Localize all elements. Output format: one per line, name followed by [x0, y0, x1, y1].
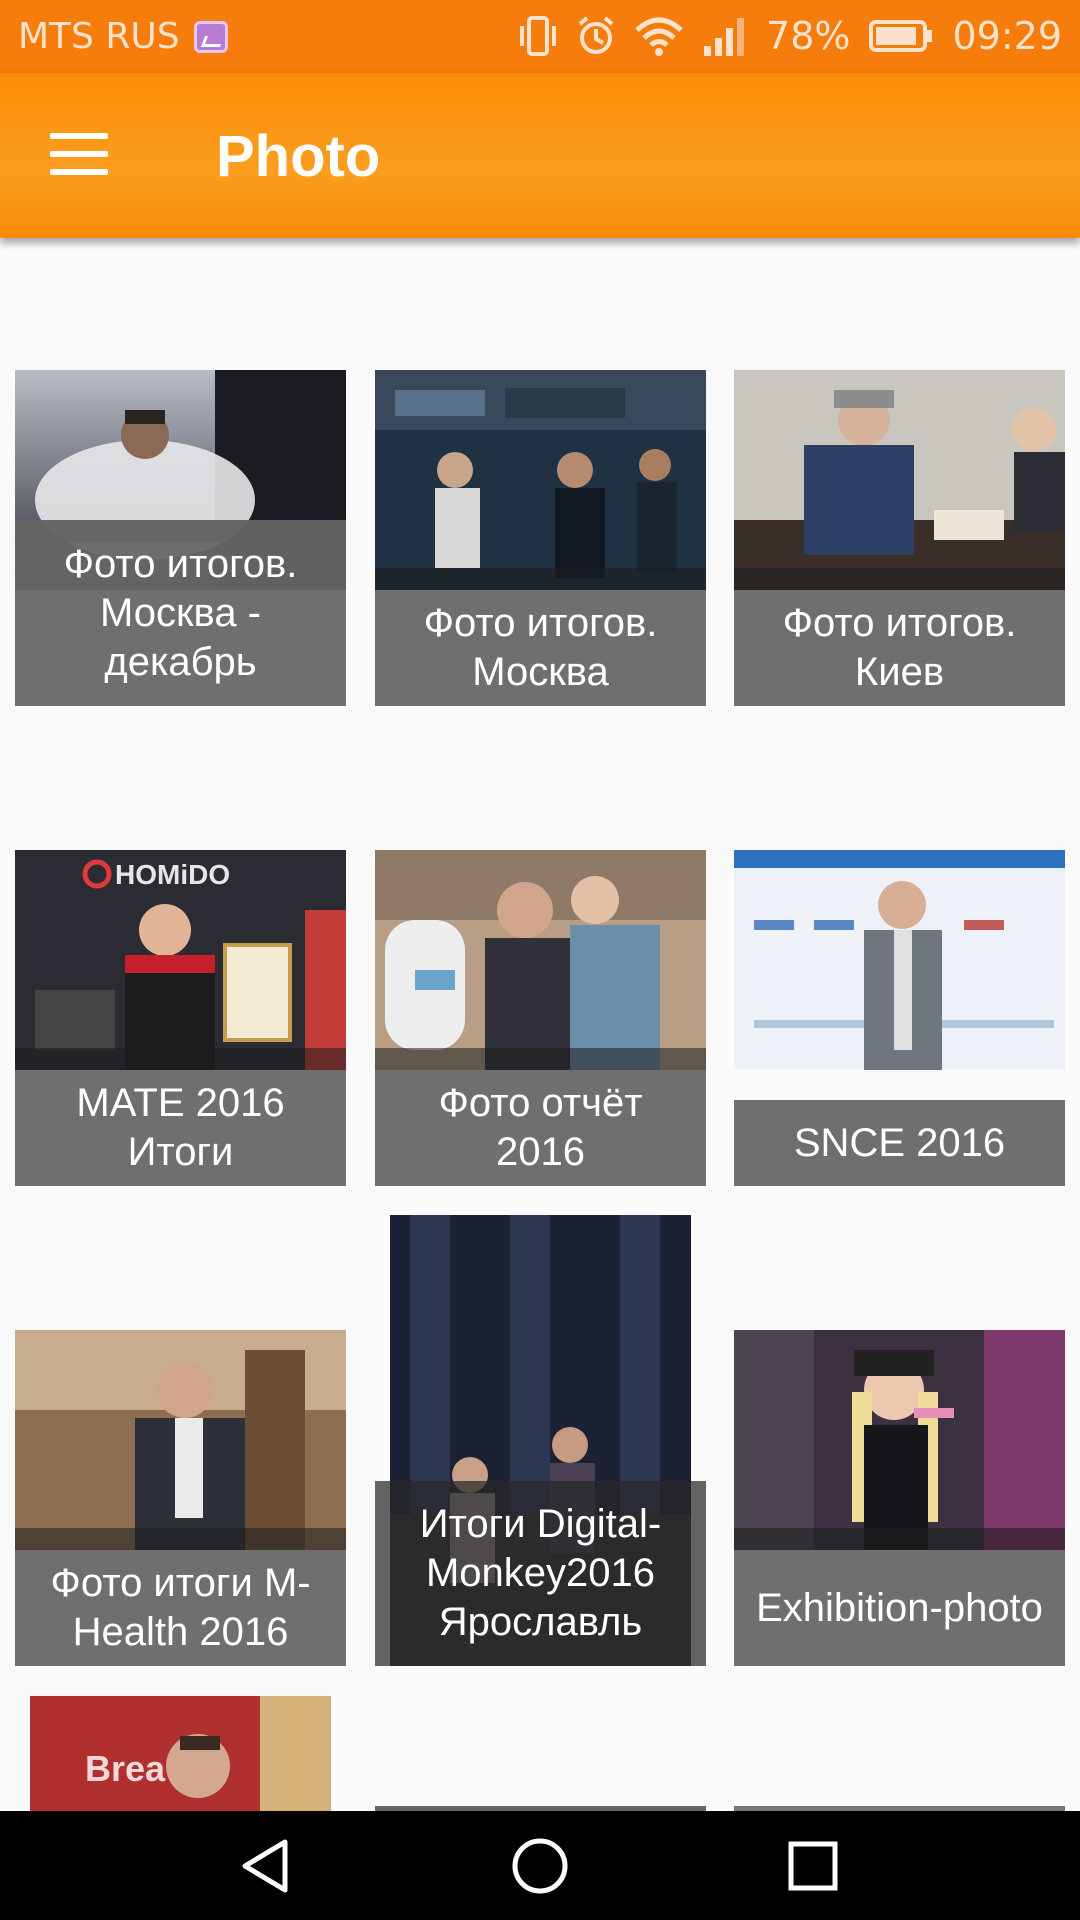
app-bar: Photo: [0, 73, 1080, 238]
carrier-name: MTS RUS: [18, 16, 180, 57]
home-icon[interactable]: [490, 1816, 590, 1916]
battery-percent: 78%: [766, 14, 851, 58]
signal-icon: [704, 18, 745, 56]
image-notification-icon: [194, 21, 228, 53]
album-caption: Фото итогов. Киев: [734, 590, 1065, 706]
status-icons: 78% 09:29: [518, 10, 1062, 62]
album-thumbnail: [375, 370, 706, 590]
album-card[interactable]: Brea ree: [30, 1696, 331, 1811]
alarm-icon: [578, 16, 614, 54]
album-caption: Фото итогов. Москва: [375, 590, 706, 706]
status-bar: MTS RUS 78% 09:29: [0, 0, 1080, 73]
svg-text:HOMiDO: HOMiDO: [115, 859, 230, 890]
album-card[interactable]: HOMiDO MATE 2016 Итоги: [15, 850, 346, 1186]
album-card[interactable]: Exhibition-photo: [734, 1330, 1065, 1666]
album-caption: Фото отчёт 2016: [375, 1070, 706, 1186]
recent-apps-icon[interactable]: [763, 1816, 863, 1916]
clock: 09:29: [952, 14, 1062, 58]
album-card[interactable]: Фото итоги M-Health 2016: [15, 1330, 346, 1666]
album-caption: Exhibition-photo: [734, 1550, 1065, 1666]
album-caption: MATE 2016 Итоги: [15, 1070, 346, 1186]
wifi-icon: [635, 17, 683, 56]
album-thumbnail: [734, 850, 1065, 1070]
album-caption: SNCE 2016: [734, 1100, 1065, 1186]
album-thumbnail: Brea ree: [30, 1696, 331, 1811]
album-card[interactable]: Фото итогов. Киев: [734, 370, 1065, 706]
album-caption: Итоги Digital-Monkey2016 Ярославль: [375, 1481, 706, 1666]
album-card[interactable]: SNCE 2016: [734, 850, 1065, 1186]
album-card[interactable]: Фото итогов. Москва - декабрь: [15, 370, 346, 706]
album-card[interactable]: Фото отчёт 2016: [375, 850, 706, 1186]
album-card[interactable]: Итоги Digital-Monkey2016 Ярославль: [375, 1215, 706, 1666]
album-card[interactable]: Фото итогов. Москва: [375, 370, 706, 706]
album-thumbnail: [734, 1330, 1065, 1550]
battery-icon: [869, 20, 933, 52]
menu-icon[interactable]: [50, 133, 120, 183]
photo-album-grid: Фото итогов. Москва - декабрь Фото итого…: [0, 238, 1080, 1811]
system-navigation-bar: [0, 1811, 1080, 1920]
album-thumbnail: [15, 1330, 346, 1550]
vibrate-icon: [520, 16, 557, 56]
back-icon[interactable]: [217, 1816, 317, 1916]
album-caption: Фото итогов. Москва - декабрь: [15, 520, 346, 706]
album-thumbnail: [375, 850, 706, 1070]
album-thumbnail: [734, 370, 1065, 590]
album-caption: Фото итоги M-Health 2016: [15, 1550, 346, 1666]
album-thumbnail: HOMiDO: [15, 850, 346, 1070]
page-title: Photo: [216, 124, 381, 189]
